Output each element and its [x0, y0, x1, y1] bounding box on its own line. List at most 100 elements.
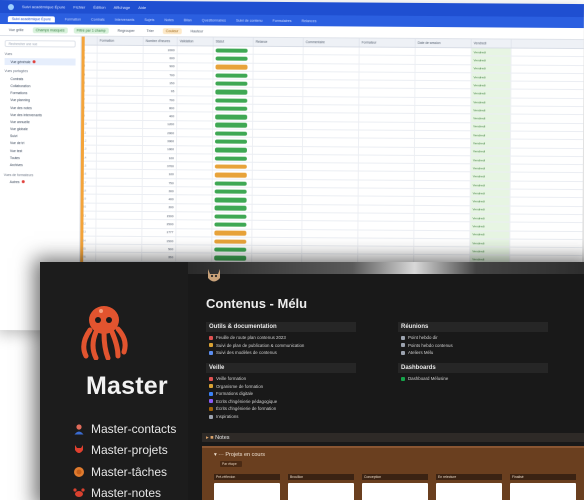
table-cell[interactable]: Vendredi [471, 56, 512, 65]
tab[interactable]: Formulaires [273, 18, 292, 22]
page-link[interactable]: Inspirations [206, 413, 356, 421]
table-cell[interactable] [177, 104, 214, 112]
table-cell[interactable]: Vendredi [470, 181, 511, 189]
table-cell[interactable] [213, 112, 254, 121]
table-cell[interactable]: Vendredi [471, 122, 512, 131]
table-cell[interactable] [212, 237, 253, 245]
table-cell[interactable]: Vendredi [470, 156, 511, 164]
tab[interactable]: Sujets [144, 18, 154, 22]
table-cell[interactable] [177, 96, 214, 104]
table-cell[interactable] [252, 254, 303, 262]
page-link[interactable]: Organisme de formation [206, 382, 356, 390]
table-cell[interactable] [212, 146, 253, 154]
table-cell[interactable] [358, 246, 415, 255]
table-cell[interactable] [358, 155, 415, 164]
table-cell[interactable] [212, 170, 253, 179]
table-cell[interactable] [415, 56, 472, 64]
table-cell[interactable] [212, 220, 253, 229]
table-cell[interactable] [415, 130, 472, 139]
table-cell[interactable] [252, 237, 303, 246]
table-cell[interactable] [359, 122, 416, 130]
table-cell[interactable] [252, 196, 303, 204]
table-cell[interactable] [303, 80, 360, 88]
table-cell[interactable] [358, 205, 415, 213]
table-cell[interactable]: 2500 [142, 220, 177, 228]
table-cell[interactable]: Vendredi [470, 139, 512, 148]
table-cell[interactable] [96, 211, 143, 220]
page-link[interactable]: Suivi des modèles de contenus [206, 349, 356, 357]
table-cell[interactable] [415, 105, 472, 114]
table-cell[interactable] [253, 121, 304, 130]
table-cell[interactable] [302, 237, 359, 246]
table-cell[interactable] [302, 179, 359, 188]
board-column-header[interactable]: Pré-réflexion [214, 474, 280, 480]
table-cell[interactable] [176, 220, 213, 229]
table-cell[interactable]: Vendredi [470, 147, 511, 156]
table-cell[interactable] [359, 130, 416, 139]
board-card[interactable] [214, 483, 280, 500]
page-link[interactable]: Points hebdo contenus [398, 342, 548, 350]
table-cell[interactable]: Vendredi [471, 114, 512, 123]
table-cell[interactable] [212, 137, 254, 146]
table-cell[interactable] [212, 179, 253, 187]
table-cell[interactable]: Vendredi [470, 172, 511, 181]
table-cell[interactable] [213, 104, 254, 113]
table-cell[interactable] [96, 236, 143, 245]
menu-item[interactable]: Affichage [114, 5, 131, 10]
tab[interactable]: Notes [164, 18, 173, 22]
table-cell[interactable] [358, 171, 415, 180]
table-cell[interactable] [253, 104, 304, 113]
table-cell[interactable] [213, 79, 254, 88]
table-cell[interactable]: Vendredi [471, 89, 512, 98]
table-cell[interactable] [213, 87, 254, 96]
table-cell[interactable] [176, 170, 213, 179]
page-link[interactable]: Suivi de plan de publication & communica… [206, 342, 356, 350]
table-cell[interactable] [177, 71, 214, 79]
table-cell[interactable] [359, 64, 416, 72]
table-cell[interactable] [302, 196, 359, 205]
table-cell[interactable] [414, 197, 471, 205]
table-cell[interactable] [302, 229, 359, 238]
table-cell[interactable] [96, 219, 143, 228]
table-cell[interactable]: 100 [142, 170, 177, 178]
table-cell[interactable] [415, 47, 472, 56]
table-cell[interactable] [358, 238, 415, 247]
table-cell[interactable] [415, 97, 472, 106]
table-cell[interactable] [96, 228, 143, 236]
table-cell[interactable]: 600 [143, 54, 178, 62]
table-cell[interactable]: Vendredi [470, 205, 511, 214]
page-link[interactable]: Dashboard Mélusine [398, 375, 548, 383]
table-cell[interactable] [415, 89, 472, 98]
page-link[interactable]: Feuille de route plan contenus 2023 [206, 334, 356, 342]
column-header[interactable]: Relance [253, 37, 304, 47]
table-cell[interactable] [97, 45, 144, 54]
table-cell[interactable] [97, 128, 144, 137]
table-cell[interactable]: Vendredi [470, 214, 511, 222]
nav-item-master-notes[interactable]: Master-notes [72, 483, 176, 500]
board-title[interactable]: ▾ ··· Projets en cours [202, 448, 584, 458]
table-cell[interactable] [177, 79, 214, 87]
nav-item-master-contacts[interactable]: Master-contacts [72, 418, 176, 440]
table-cell[interactable]: 1000 [142, 145, 177, 154]
column-header[interactable]: Statut [213, 37, 254, 46]
table-cell[interactable] [359, 72, 416, 81]
table-cell[interactable] [96, 170, 143, 178]
table-cell[interactable] [176, 162, 213, 170]
table-cell[interactable] [176, 237, 213, 245]
table-cell[interactable]: Vendredi [471, 64, 512, 73]
table-cell[interactable] [252, 212, 303, 221]
page-link[interactable]: Veille formation [206, 375, 356, 383]
table-cell[interactable] [252, 204, 303, 213]
board-column-header[interactable]: Conception [362, 474, 428, 480]
table-cell[interactable] [97, 112, 144, 120]
table-cell[interactable] [302, 221, 359, 230]
table-cell[interactable] [97, 62, 144, 70]
table-cell[interactable]: Vendredi [471, 106, 512, 114]
table-cell[interactable] [176, 195, 213, 204]
table-cell[interactable] [177, 129, 214, 137]
table-cell[interactable] [415, 64, 472, 73]
table-cell[interactable] [97, 103, 144, 112]
table-cell[interactable] [359, 47, 416, 56]
table-cell[interactable]: 300 [142, 203, 177, 212]
tab[interactable]: Questionnaires [202, 18, 226, 22]
